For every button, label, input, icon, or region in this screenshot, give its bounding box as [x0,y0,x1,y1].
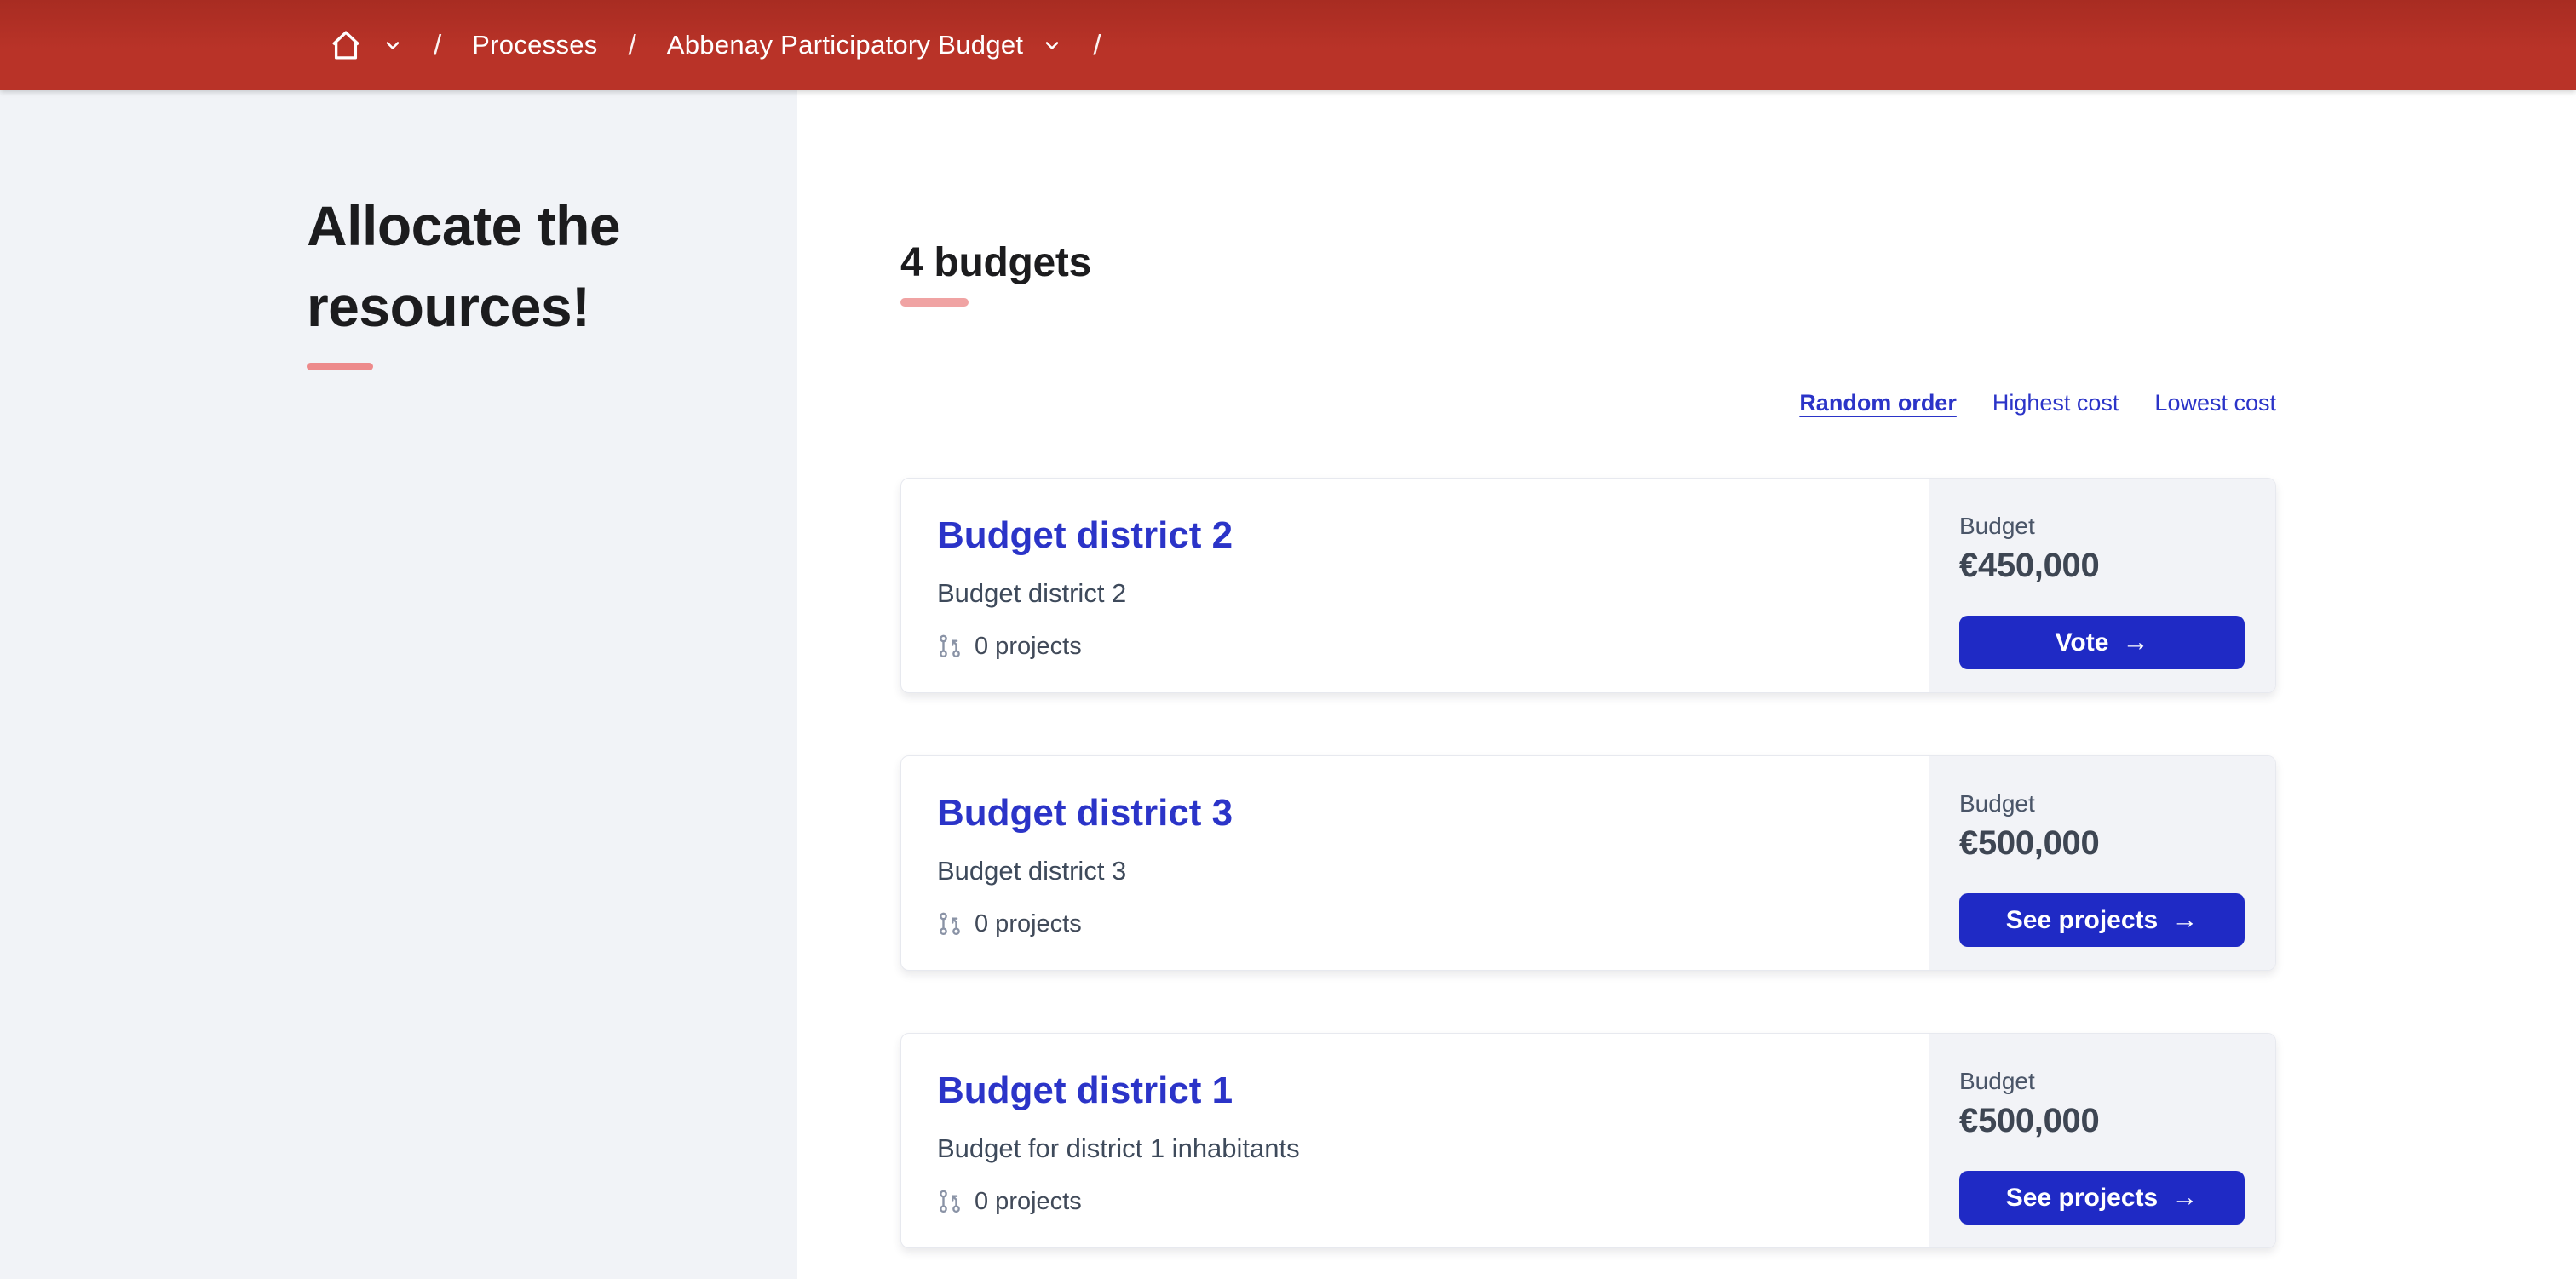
title-accent-rule [307,363,373,370]
budget-label: Budget [1959,513,2035,539]
budget-description: Budget district 3 [937,855,1127,886]
sort-random-order-link[interactable]: Random order [1799,390,1957,416]
budget-title-link[interactable]: Budget district 2 [937,514,1233,556]
budget-card-list: Budget district 2 Budget district 2 0 pr… [900,478,2276,1248]
breadcrumb-separator: / [628,29,636,60]
budget-title-link[interactable]: Budget district 1 [937,1070,1233,1111]
breadcrumb-item-process-title[interactable]: Abbenay Participatory Budget [667,30,1024,60]
projects-icon [937,634,963,659]
projects-count: 0 projects [975,909,1082,938]
arrow-right-icon: → [2122,627,2149,657]
page-body: Allocate the resources! 4 budgets Random… [0,90,2576,1279]
arrow-right-icon: → [2171,904,2199,934]
heading-accent-rule [900,298,969,307]
arrow-right-icon: → [2171,1182,2199,1212]
budget-description: Budget for district 1 inhabitants [937,1133,1300,1163]
budget-card: Budget district 2 Budget district 2 0 pr… [900,478,2276,693]
projects-count: 0 projects [975,632,1082,660]
budget-projects-meta: 0 projects [937,633,1895,661]
breadcrumb-separator: / [1093,29,1101,60]
button-label: See projects [2005,905,2159,934]
budget-projects-meta: 0 projects [937,1188,1895,1216]
sort-options: Random order Highest cost Lowest cost [900,390,2276,416]
budgets-main-content: 4 budgets Random order Highest cost Lowe… [797,90,2576,1279]
projects-count: 0 projects [975,1187,1082,1215]
breadcrumb: / Processes / Abbenay Participatory Budg… [328,27,1132,63]
button-label: See projects [2005,1183,2159,1212]
home-icon [328,27,364,63]
see-projects-button[interactable]: See projects → [1959,893,2245,947]
budget-description: Budget district 2 [937,577,1127,608]
budget-amount: €450,000 [1959,547,2100,584]
top-navigation-bar: / Processes / Abbenay Participatory Budg… [0,0,2576,90]
process-sidebar: Allocate the resources! [0,90,797,1279]
budget-projects-meta: 0 projects [937,910,1895,938]
breadcrumb-separator: / [434,29,442,60]
budgets-count-heading: 4 budgets [900,240,1091,285]
budget-amount: €500,000 [1959,1102,2100,1139]
see-projects-button[interactable]: See projects → [1959,1171,2245,1225]
budget-amount: €500,000 [1959,824,2100,862]
budget-amount-panel: Budget €500,000 See projects → [1929,1034,2275,1247]
button-label: Vote [2055,628,2109,657]
vote-button[interactable]: Vote → [1959,616,2245,669]
page-title: Allocate the resources! [307,194,621,338]
projects-icon [937,1189,963,1214]
budget-card-body: Budget district 2 Budget district 2 0 pr… [901,479,1929,692]
budget-card: Budget district 3 Budget district 3 0 pr… [900,755,2276,971]
budget-card: Budget district 1 Budget for district 1 … [900,1033,2276,1248]
home-link[interactable] [328,27,403,63]
sort-highest-cost-link[interactable]: Highest cost [1992,390,2119,416]
chevron-down-icon[interactable] [382,35,403,55]
budget-label: Budget [1959,790,2035,817]
budget-title-link[interactable]: Budget district 3 [937,792,1233,834]
budget-card-body: Budget district 1 Budget for district 1 … [901,1034,1929,1247]
chevron-down-icon[interactable] [1042,35,1062,55]
projects-icon [937,911,963,937]
budget-card-body: Budget district 3 Budget district 3 0 pr… [901,756,1929,970]
budget-amount-panel: Budget €450,000 Vote → [1929,479,2275,692]
breadcrumb-item-processes[interactable]: Processes [472,30,597,60]
budget-label: Budget [1959,1068,2035,1094]
budget-amount-panel: Budget €500,000 See projects → [1929,756,2275,970]
sort-lowest-cost-link[interactable]: Lowest cost [2154,390,2276,416]
